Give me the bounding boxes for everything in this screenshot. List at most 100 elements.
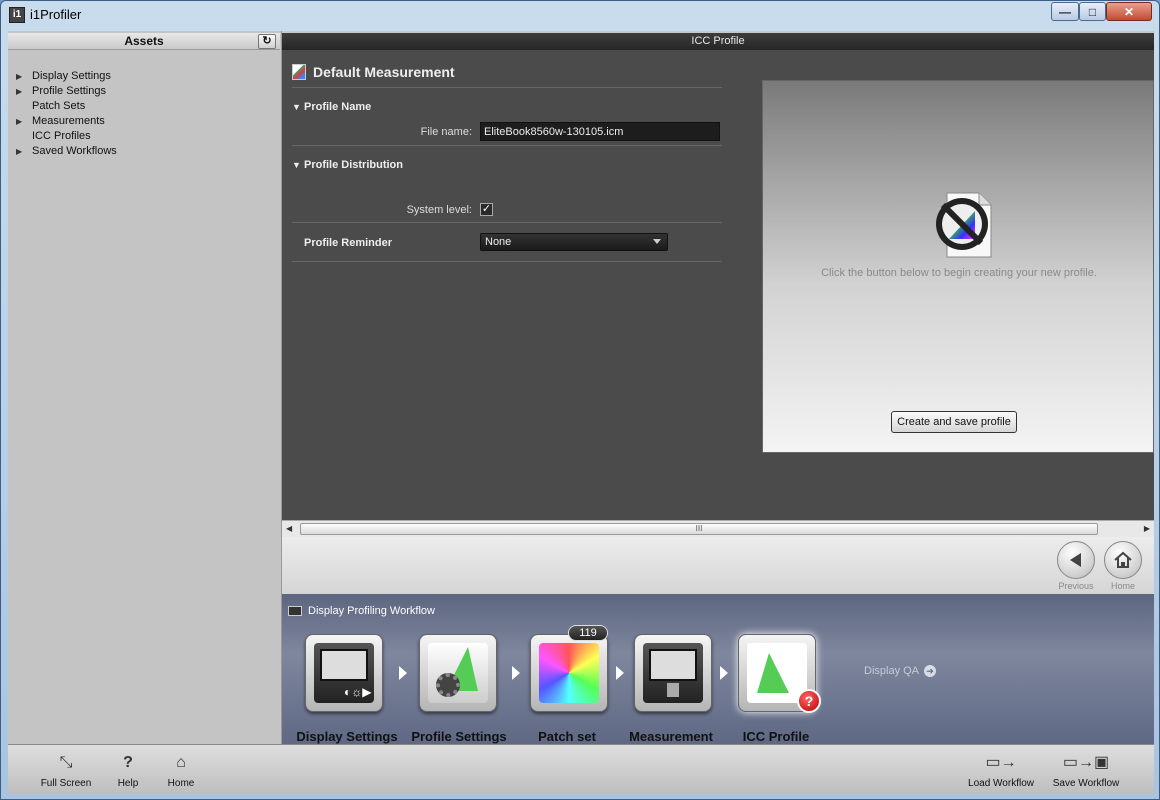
back-arrow-icon bbox=[1070, 553, 1081, 567]
workflow-title-text: Display Profiling Workflow bbox=[308, 605, 435, 617]
profile-reminder-select[interactable]: None bbox=[480, 233, 668, 251]
maximize-button[interactable]: □ bbox=[1079, 2, 1106, 21]
profile-preview-panel: Click the button below to begin creating… bbox=[762, 80, 1154, 453]
file-name-input[interactable] bbox=[480, 122, 720, 141]
page-header: ICC Profile bbox=[282, 33, 1154, 50]
home-icon: ⌂ bbox=[176, 754, 186, 771]
assets-panel: Assets ↻ ▶ Display Settings ▶ Profile Sett… bbox=[8, 31, 282, 744]
home-toolbar-button[interactable]: ⌂ Home bbox=[163, 753, 199, 789]
profile-name-section[interactable]: ▼ Profile Name bbox=[292, 101, 371, 113]
previous-label: Previous bbox=[1058, 581, 1094, 591]
asset-item-label: Profile Settings bbox=[32, 85, 106, 97]
assets-title: Assets bbox=[124, 34, 164, 48]
asset-item-icc-profiles[interactable]: ICC Profiles bbox=[14, 129, 117, 144]
save-workflow-icon: ▭→▣ bbox=[1062, 754, 1110, 771]
step-arrow-icon bbox=[616, 666, 624, 680]
expand-triangle-icon[interactable]: ▶ bbox=[16, 144, 22, 159]
expand-icon: ⤡ bbox=[59, 754, 73, 771]
main-panel: ICC Profile Default Measurement ▼ Profil… bbox=[282, 31, 1154, 744]
display-settings-icon: ◐☼▶ bbox=[314, 643, 374, 703]
scrollbar-thumb[interactable]: III bbox=[300, 523, 1098, 535]
scroll-right-icon[interactable]: ▶ bbox=[1144, 524, 1150, 533]
help-button[interactable]: ? Help bbox=[112, 753, 144, 789]
system-level-checkbox[interactable]: ✓ bbox=[480, 203, 493, 216]
step-display-settings[interactable]: ◐☼▶ bbox=[305, 634, 383, 712]
asset-item-display-settings[interactable]: ▶ Display Settings bbox=[14, 69, 117, 84]
chevron-down-icon bbox=[653, 239, 661, 244]
display-qa-label: Display QA bbox=[864, 665, 920, 677]
step-label: ICC Profile bbox=[742, 729, 810, 744]
home-icon bbox=[1114, 551, 1132, 568]
icc-profile-content: Default Measurement ▼ Profile Name File … bbox=[282, 50, 1154, 520]
step-profile-settings[interactable] bbox=[419, 634, 497, 712]
step-label: Patch set bbox=[538, 729, 596, 744]
load-workflow-icon: ▭→ bbox=[985, 754, 1017, 771]
minimize-button[interactable]: — bbox=[1051, 2, 1079, 21]
divider bbox=[292, 145, 722, 146]
collapse-triangle-icon[interactable]: ▼ bbox=[292, 160, 301, 170]
bottom-toolbar: ⤡ Full Screen ? Help ⌂ Home ▭→ Load Work… bbox=[8, 744, 1154, 794]
title-bar: i1 i1Profiler — □ ✕ bbox=[1, 1, 1159, 29]
close-button[interactable]: ✕ bbox=[1106, 2, 1152, 21]
profile-reminder-label: Profile Reminder bbox=[304, 237, 393, 249]
create-save-profile-button[interactable]: Create and save profile bbox=[891, 411, 1017, 433]
help-icon: ? bbox=[123, 754, 133, 771]
assets-header: Assets ↻ bbox=[8, 33, 280, 50]
asset-tree: ▶ Display Settings ▶ Profile Settings Patc… bbox=[14, 69, 117, 159]
system-level-label: System level: bbox=[406, 204, 472, 216]
step-arrow-icon bbox=[399, 666, 407, 680]
navigation-bar: Previous Home bbox=[282, 537, 1154, 594]
asset-item-label: Patch Sets bbox=[32, 100, 86, 112]
asset-item-saved-workflows[interactable]: ▶ Saved Workflows bbox=[14, 144, 117, 159]
expand-triangle-icon[interactable]: ▶ bbox=[16, 69, 22, 84]
full-screen-button[interactable]: ⤡ Full Screen bbox=[38, 753, 94, 789]
display-qa-link[interactable]: Display QA ➔ bbox=[864, 665, 937, 677]
refresh-icon[interactable]: ↻ bbox=[258, 34, 276, 49]
step-measurement[interactable] bbox=[634, 634, 712, 712]
collapse-triangle-icon[interactable]: ▼ bbox=[292, 102, 301, 112]
arrow-right-icon: ➔ bbox=[924, 665, 937, 677]
window-title: i1Profiler bbox=[30, 7, 82, 22]
patch-set-icon bbox=[539, 643, 599, 703]
section-title: Profile Name bbox=[303, 101, 372, 113]
scrollbar-grip: III bbox=[695, 524, 703, 533]
scroll-left-icon[interactable]: ◀ bbox=[286, 524, 292, 533]
asset-item-measurements[interactable]: ▶ Measurements bbox=[14, 114, 117, 129]
home-nav-button[interactable] bbox=[1104, 541, 1142, 579]
divider bbox=[292, 261, 722, 262]
load-workflow-label: Load Workflow bbox=[968, 778, 1034, 789]
app-window: i1 i1Profiler — □ ✕ Assets ↻ ▶ Display Se… bbox=[0, 0, 1160, 800]
load-workflow-button[interactable]: ▭→ Load Workflow bbox=[963, 753, 1039, 789]
home-label: Home bbox=[1110, 581, 1135, 591]
asset-item-profile-settings[interactable]: ▶ Profile Settings bbox=[14, 84, 117, 99]
step-patch-set[interactable] bbox=[530, 634, 608, 712]
profile-distribution-section[interactable]: ▼ Profile Distribution bbox=[292, 159, 403, 171]
select-value: None bbox=[485, 236, 512, 248]
patch-count-badge: 119 bbox=[568, 625, 608, 641]
divider bbox=[292, 222, 722, 223]
app-icon: i1 bbox=[9, 7, 25, 23]
measurement-title-text: Default Measurement bbox=[313, 64, 455, 80]
divider bbox=[292, 87, 722, 88]
step-label: Measurement bbox=[629, 729, 713, 744]
help-label: Help bbox=[117, 778, 139, 789]
measurement-icon bbox=[292, 64, 306, 80]
measurement-monitor-icon bbox=[643, 643, 703, 703]
error-badge-icon: ? bbox=[797, 689, 821, 713]
section-title: Profile Distribution bbox=[303, 159, 403, 171]
horizontal-scrollbar[interactable]: ◀ III ▶ bbox=[282, 520, 1154, 537]
client-area: Assets ↻ ▶ Display Settings ▶ Profile Sett… bbox=[8, 31, 1154, 794]
measurement-title: Default Measurement bbox=[292, 64, 455, 80]
step-label: Display Settings bbox=[296, 729, 398, 744]
asset-item-label: Display Settings bbox=[32, 70, 111, 82]
asset-item-patch-sets[interactable]: Patch Sets bbox=[14, 99, 117, 114]
asset-item-label: ICC Profiles bbox=[32, 130, 91, 142]
expand-triangle-icon[interactable]: ▶ bbox=[16, 84, 22, 99]
save-workflow-label: Save Workflow bbox=[1052, 778, 1120, 789]
save-workflow-button[interactable]: ▭→▣ Save Workflow bbox=[1048, 753, 1124, 789]
previous-button[interactable] bbox=[1057, 541, 1095, 579]
asset-item-label: Measurements bbox=[32, 115, 105, 127]
expand-triangle-icon[interactable]: ▶ bbox=[16, 114, 22, 129]
step-label: Profile Settings bbox=[411, 729, 507, 744]
step-arrow-icon bbox=[720, 666, 728, 680]
